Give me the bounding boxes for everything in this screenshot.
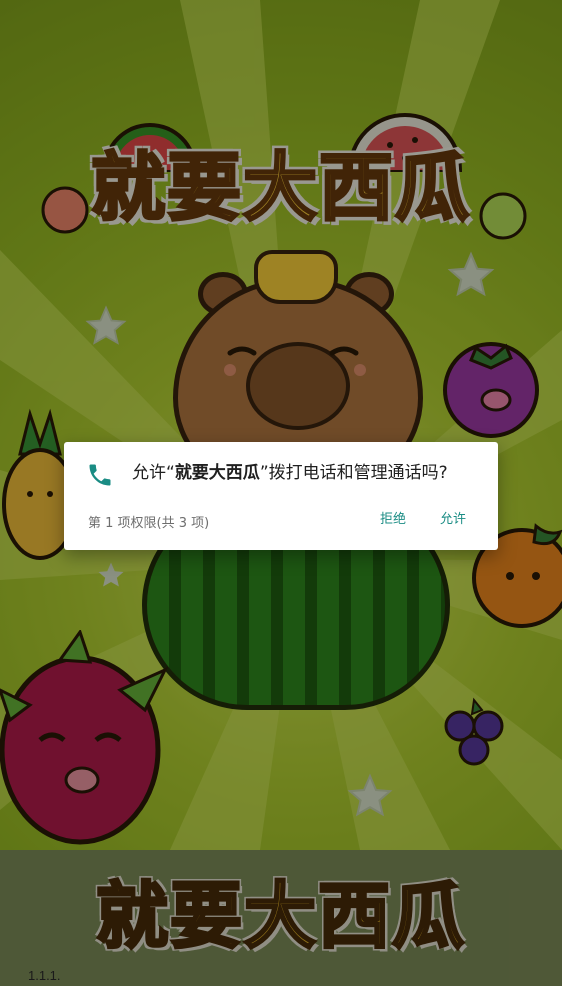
app-name: 就要大西瓜	[174, 463, 260, 483]
permission-dialog: 允许“就要大西瓜”拨打电话和管理通话吗? 第 1 项权限(共 3 项) 拒绝 允…	[64, 442, 498, 550]
deny-button[interactable]: 拒绝	[376, 506, 410, 534]
message-prefix: 允许“	[132, 463, 175, 483]
permission-count: 第 1 项权限(共 3 项)	[88, 516, 210, 531]
allow-button[interactable]: 允许	[436, 506, 470, 534]
permission-message: 允许“就要大西瓜”拨打电话和管理通话吗?	[132, 460, 494, 486]
phone-icon	[89, 464, 111, 486]
message-suffix: ”拨打电话和管理通话吗?	[259, 463, 448, 483]
